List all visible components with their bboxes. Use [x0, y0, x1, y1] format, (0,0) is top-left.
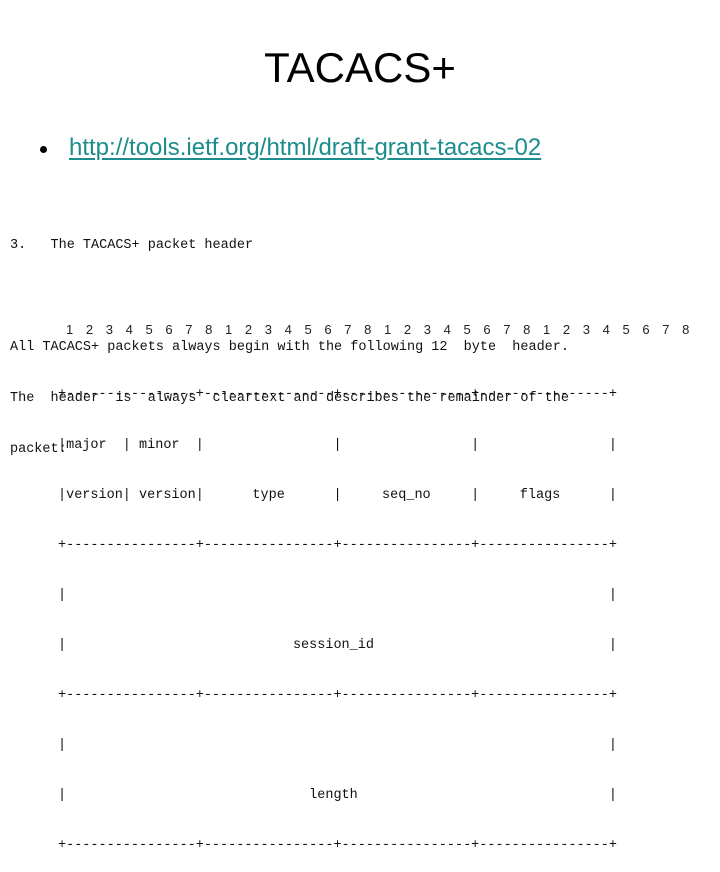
diagram-border: +----------------+----------------+-----… [58, 387, 617, 403]
section-heading: 3. The TACACS+ packet header [10, 238, 254, 253]
bit-label: 3 [423, 322, 431, 337]
diagram-border: +----------------+----------------+-----… [58, 537, 617, 553]
diagram-row-length: | length | [58, 788, 617, 804]
bit-label: 6 [642, 322, 650, 337]
diagram-border: +----------------+----------------+-----… [58, 687, 617, 703]
byte-bit-labels: 1 2 3 4 5 6 7 8 [225, 322, 384, 337]
bit-label: 3 [105, 322, 113, 337]
bit-label: 2 [85, 322, 94, 337]
bit-label: 3 [582, 322, 590, 337]
bit-label: 8 [682, 322, 690, 337]
bit-label: 7 [344, 322, 352, 337]
bit-label: 5 [304, 322, 312, 337]
byte-bit-labels: 1 2 3 4 5 6 7 8 [543, 322, 702, 337]
bit-label: 1 [543, 322, 551, 337]
bit-label: 8 [523, 322, 531, 337]
diagram-border: +----------------+----------------+-----… [58, 838, 617, 854]
bit-label: 7 [503, 322, 511, 337]
bullet-item: http://tools.ietf.org/html/draft-grant-t… [40, 130, 541, 166]
bit-label: 5 [145, 322, 153, 337]
byte-bit-labels: 1 2 3 4 5 6 7 8 [384, 322, 543, 337]
bit-label: 1 [384, 322, 392, 337]
bit-label: 8 [364, 322, 372, 337]
bit-label: 7 [185, 322, 193, 337]
diagram-row-blank: | | [58, 587, 617, 603]
bit-label: 5 [463, 322, 471, 337]
bit-label: 7 [662, 322, 670, 337]
bit-label: 5 [622, 322, 630, 337]
diagram-row-version-top: |major | minor | | | | [58, 437, 617, 453]
bit-label: 6 [165, 322, 173, 337]
bit-label: 6 [324, 322, 332, 337]
bit-label: 1 [66, 322, 74, 337]
byte-bit-labels: 1 2 3 4 5 6 7 8 [66, 322, 225, 337]
bit-label: 2 [403, 322, 412, 337]
bit-label: 2 [244, 322, 253, 337]
bit-label: 4 [443, 322, 451, 337]
diagram-row-blank: | | [58, 738, 617, 754]
bit-label: 4 [284, 322, 292, 337]
bit-label: 4 [125, 322, 133, 337]
packet-header-diagram: +----------------+----------------+-----… [58, 354, 617, 872]
slide-title: TACACS+ [264, 44, 456, 91]
bit-label: 6 [483, 322, 491, 337]
diagram-row-session-id: | session_id | [58, 637, 617, 653]
rfc-link[interactable]: http://tools.ietf.org/html/draft-grant-t… [69, 130, 541, 166]
bit-label: 3 [264, 322, 272, 337]
bit-label: 4 [602, 322, 610, 337]
bit-label: 8 [205, 322, 213, 337]
diagram-row-fields: |version| version| type | seq_no | flags… [58, 487, 617, 503]
bullet-icon [40, 145, 47, 153]
bit-label: 2 [562, 322, 571, 337]
bit-label: 1 [225, 322, 233, 337]
bit-labels: 1 2 3 4 5 6 7 8 1 2 3 4 5 6 7 8 1 2 3 4 … [66, 322, 702, 337]
